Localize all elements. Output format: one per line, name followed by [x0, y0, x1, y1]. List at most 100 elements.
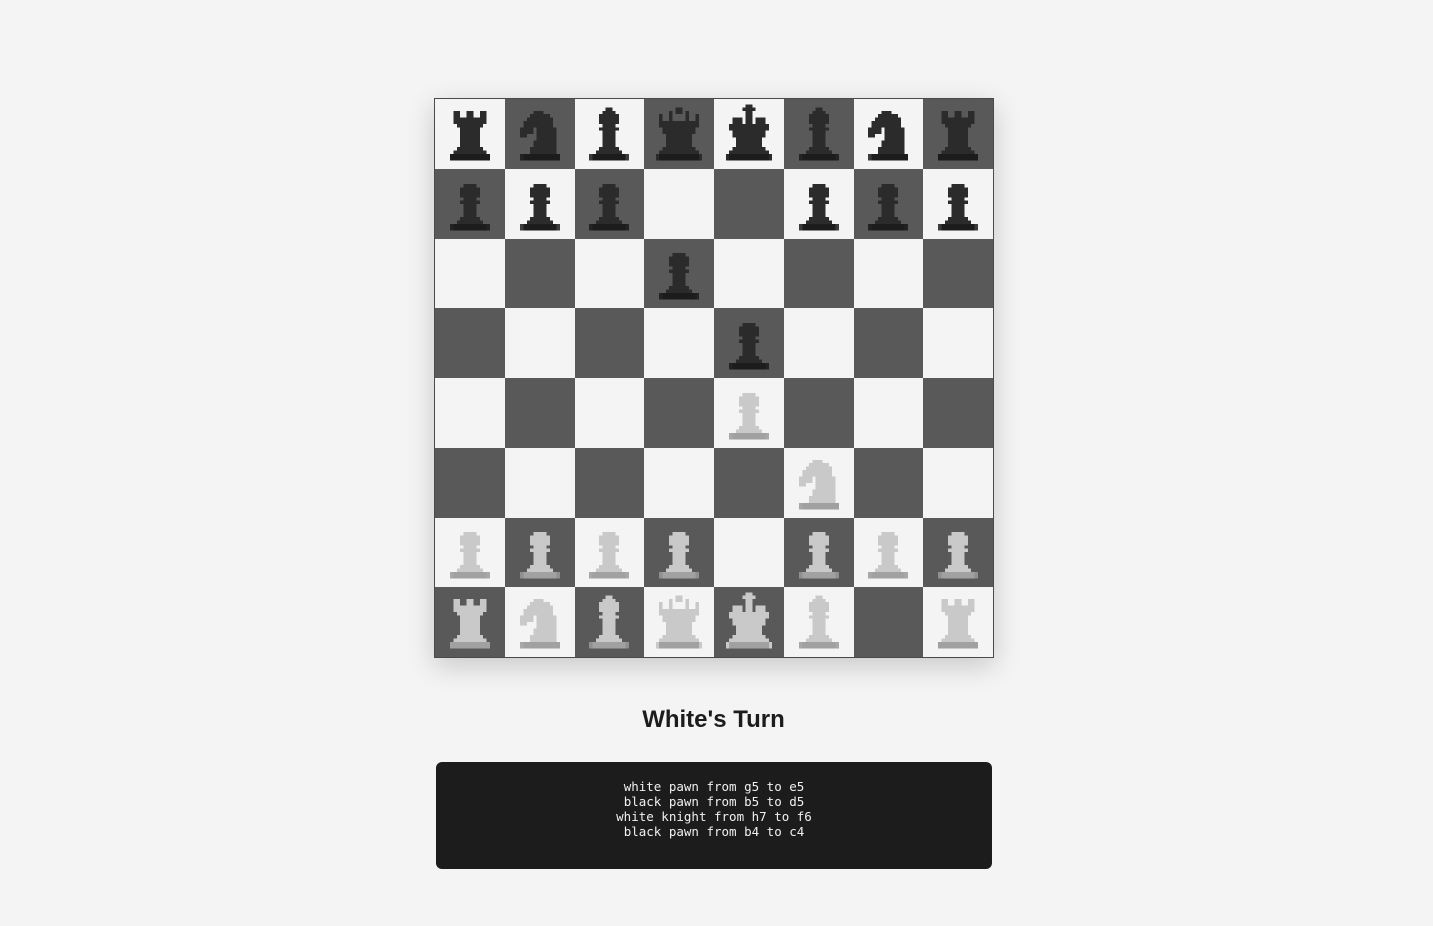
white-pawn-icon[interactable] [716, 380, 782, 446]
move-log-entry: white pawn from g5 to e5 [623, 779, 805, 794]
square-d2[interactable] [644, 517, 714, 588]
square-d8[interactable] [644, 99, 714, 169]
white-knight-icon[interactable] [507, 589, 573, 655]
white-knight-icon[interactable] [786, 450, 852, 516]
square-d7[interactable] [644, 168, 714, 239]
black-knight-icon[interactable] [855, 101, 921, 167]
black-rook-icon[interactable] [925, 101, 991, 167]
black-queen-icon[interactable] [646, 101, 712, 167]
black-rook-icon[interactable] [437, 101, 503, 167]
square-h8[interactable] [923, 99, 993, 169]
square-c4[interactable] [574, 378, 645, 448]
square-e1[interactable] [714, 587, 784, 657]
square-c5[interactable] [574, 308, 645, 378]
square-g6[interactable] [853, 238, 924, 309]
white-king-icon[interactable] [716, 589, 782, 655]
black-pawn-icon[interactable] [855, 171, 921, 237]
black-pawn-icon[interactable] [576, 171, 642, 237]
square-c8[interactable] [574, 99, 645, 169]
square-b3[interactable] [504, 447, 575, 518]
square-f3[interactable] [783, 447, 854, 518]
square-e2[interactable] [714, 517, 784, 588]
square-e3[interactable] [714, 447, 784, 518]
white-queen-icon[interactable] [646, 589, 712, 655]
square-h6[interactable] [923, 238, 993, 309]
square-d3[interactable] [644, 447, 714, 518]
black-pawn-icon[interactable] [507, 171, 573, 237]
white-pawn-icon[interactable] [437, 519, 503, 585]
square-g8[interactable] [853, 99, 924, 169]
square-g4[interactable] [853, 378, 924, 448]
black-king-icon[interactable] [716, 101, 782, 167]
square-d1[interactable] [644, 587, 714, 657]
square-c1[interactable] [574, 587, 645, 657]
square-e4[interactable] [714, 378, 784, 448]
square-b1[interactable] [504, 587, 575, 657]
square-f8[interactable] [783, 99, 854, 169]
black-knight-icon[interactable] [507, 101, 573, 167]
white-pawn-icon[interactable] [576, 519, 642, 585]
square-b2[interactable] [504, 517, 575, 588]
chess-board [434, 98, 994, 658]
square-e6[interactable] [714, 238, 784, 309]
square-b8[interactable] [504, 99, 575, 169]
black-pawn-icon[interactable] [437, 171, 503, 237]
white-rook-icon[interactable] [437, 589, 503, 655]
turn-indicator: White's Turn [642, 706, 785, 733]
square-b4[interactable] [504, 378, 575, 448]
square-h2[interactable] [923, 517, 993, 588]
square-b7[interactable] [504, 168, 575, 239]
square-a1[interactable] [435, 587, 505, 657]
square-a4[interactable] [435, 378, 505, 448]
white-pawn-icon[interactable] [646, 519, 712, 585]
square-e8[interactable] [714, 99, 784, 169]
white-pawn-icon[interactable] [855, 519, 921, 585]
square-e7[interactable] [714, 168, 784, 239]
white-pawn-icon[interactable] [786, 519, 852, 585]
square-h4[interactable] [923, 378, 993, 448]
square-g7[interactable] [853, 168, 924, 239]
square-f4[interactable] [783, 378, 854, 448]
square-f5[interactable] [783, 308, 854, 378]
square-f7[interactable] [783, 168, 854, 239]
white-pawn-icon[interactable] [507, 519, 573, 585]
white-bishop-icon[interactable] [786, 589, 852, 655]
black-pawn-icon[interactable] [646, 240, 712, 306]
square-b6[interactable] [504, 238, 575, 309]
move-log: white pawn from g5 to e5 black pawn from … [436, 762, 992, 869]
square-h5[interactable] [923, 308, 993, 378]
square-a3[interactable] [435, 447, 505, 518]
square-c2[interactable] [574, 517, 645, 588]
white-rook-icon[interactable] [925, 589, 991, 655]
black-pawn-icon[interactable] [786, 171, 852, 237]
square-d5[interactable] [644, 308, 714, 378]
square-f1[interactable] [783, 587, 854, 657]
square-h1[interactable] [923, 587, 993, 657]
black-pawn-icon[interactable] [925, 171, 991, 237]
square-a5[interactable] [435, 308, 505, 378]
black-bishop-icon[interactable] [786, 101, 852, 167]
square-a7[interactable] [435, 168, 505, 239]
square-g2[interactable] [853, 517, 924, 588]
square-e5[interactable] [714, 308, 784, 378]
square-b5[interactable] [504, 308, 575, 378]
square-h3[interactable] [923, 447, 993, 518]
square-f2[interactable] [783, 517, 854, 588]
white-bishop-icon[interactable] [576, 589, 642, 655]
square-g3[interactable] [853, 447, 924, 518]
square-g5[interactable] [853, 308, 924, 378]
square-d6[interactable] [644, 238, 714, 309]
square-a6[interactable] [435, 238, 505, 309]
black-pawn-icon[interactable] [716, 310, 782, 376]
square-c3[interactable] [574, 447, 645, 518]
square-c7[interactable] [574, 168, 645, 239]
square-g1[interactable] [853, 587, 924, 657]
square-f6[interactable] [783, 238, 854, 309]
square-h7[interactable] [923, 168, 993, 239]
square-a8[interactable] [435, 99, 505, 169]
square-a2[interactable] [435, 517, 505, 588]
white-pawn-icon[interactable] [925, 519, 991, 585]
square-d4[interactable] [644, 378, 714, 448]
black-bishop-icon[interactable] [576, 101, 642, 167]
square-c6[interactable] [574, 238, 645, 309]
